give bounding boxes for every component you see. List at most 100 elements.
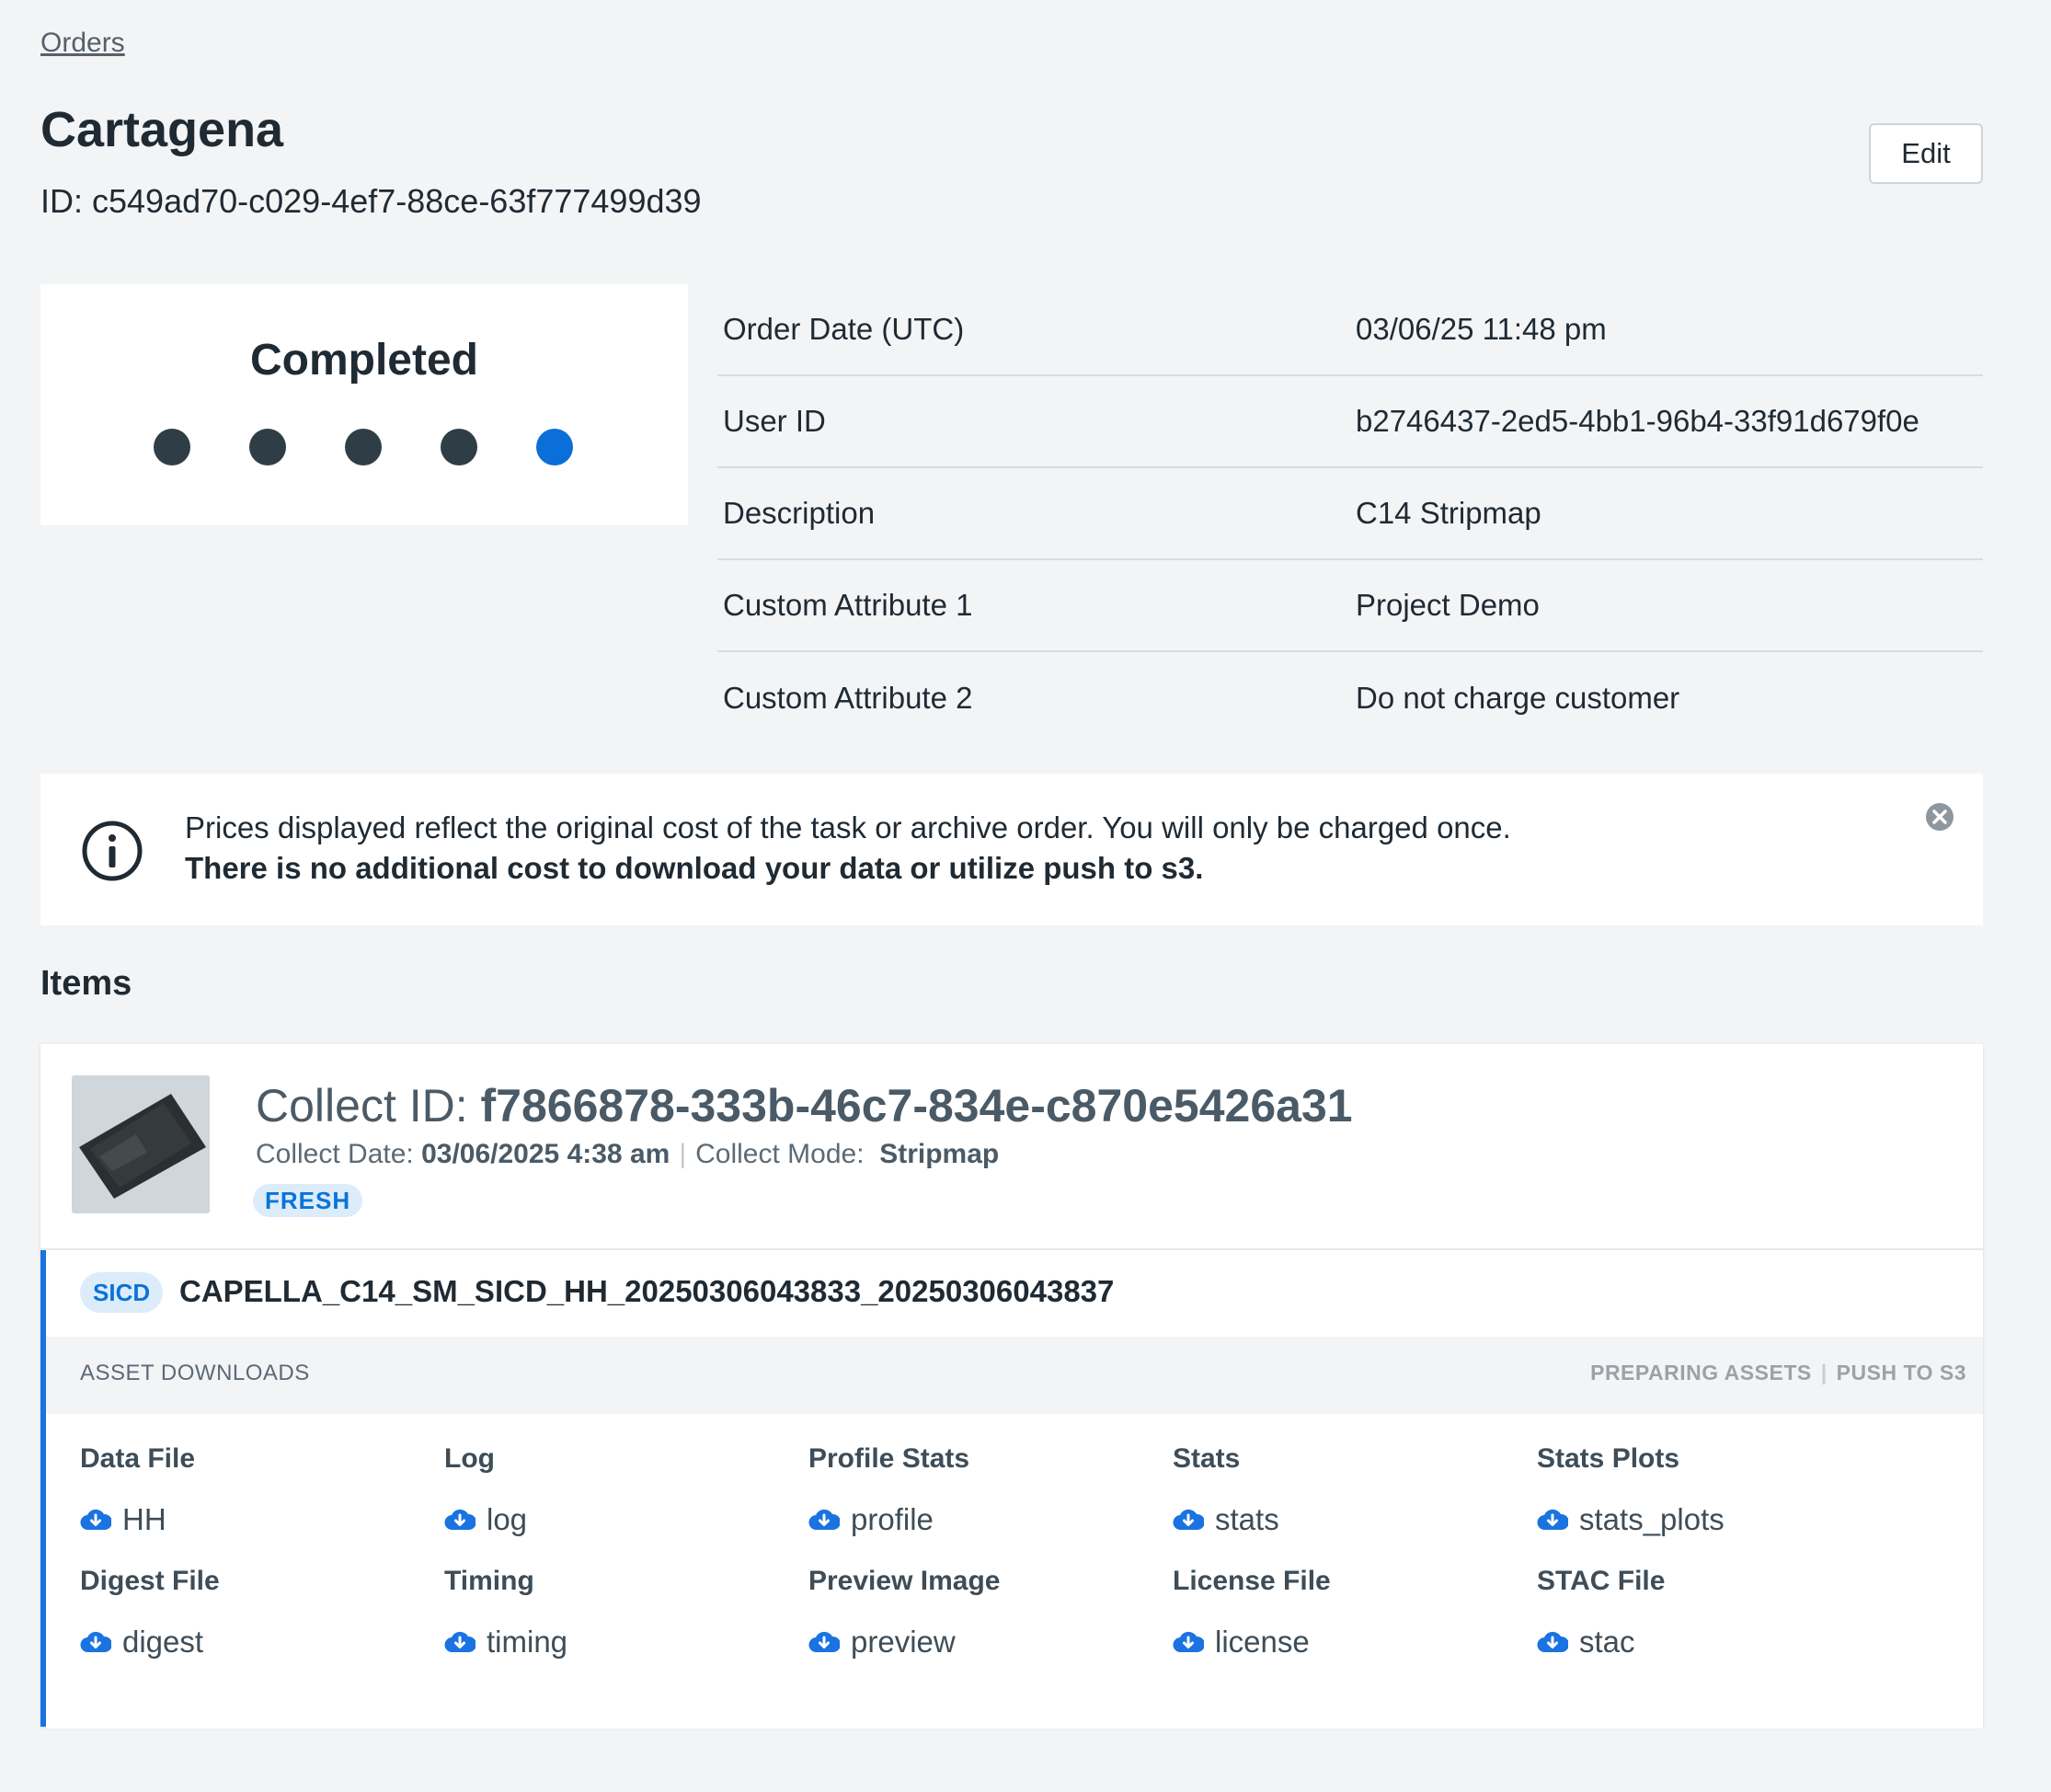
asset-label: STAC File <box>1537 1566 1666 1596</box>
asset-item: Profile Stats profile <box>808 1443 1173 1537</box>
asset-link-text: stats <box>1215 1502 1279 1536</box>
asset-downloads-header: ASSET DOWNLOADS PREPARING ASSETS | PUSH TO… <box>46 1337 1983 1414</box>
meta-divider: | <box>679 1139 687 1169</box>
detail-value: 03/06/25 11:48 pm <box>1356 312 1607 346</box>
detail-label: User ID <box>723 404 826 438</box>
notice-text-bold: There is no additional cost to download … <box>185 851 1204 885</box>
status-card: Completed <box>40 284 688 525</box>
asset-item: Stats stats <box>1173 1443 1537 1537</box>
asset-label: Log <box>444 1443 495 1474</box>
item-card: Collect ID: f7866878-333b-46c7-834e-c870… <box>40 1044 1983 1729</box>
cloud-download-icon <box>808 1509 840 1531</box>
asset-item: Data File HH <box>80 1443 444 1537</box>
detail-label: Custom Attribute 1 <box>723 588 973 622</box>
asset-download-link[interactable]: log <box>444 1502 808 1537</box>
status-step-dot <box>345 429 382 465</box>
item-thumbnail[interactable] <box>72 1075 210 1213</box>
collect-date-value: 03/06/2025 4:38 am <box>421 1139 670 1169</box>
asset-download-link[interactable]: profile <box>808 1502 1173 1537</box>
product-type-badge: SICD <box>80 1272 164 1313</box>
preparing-assets-button[interactable]: PREPARING ASSETS <box>1590 1361 1812 1384</box>
asset-link-text: profile <box>851 1502 934 1536</box>
detail-value: Do not charge customer <box>1356 681 1680 715</box>
asset-link-text: stats_plots <box>1579 1502 1724 1536</box>
asset-download-link[interactable]: timing <box>444 1625 808 1660</box>
detail-value: C14 Stripmap <box>1356 496 1541 530</box>
cloud-download-icon <box>1537 1631 1568 1653</box>
pricing-notice: Prices displayed reflect the original co… <box>40 774 1983 925</box>
collect-mode-value: Stripmap <box>879 1139 1000 1169</box>
edit-button[interactable]: Edit <box>1869 123 1983 184</box>
asset-item: STAC File stac <box>1537 1566 1901 1660</box>
close-icon[interactable] <box>1924 801 1955 833</box>
asset-item: License File license <box>1173 1566 1537 1660</box>
detail-row-order-date: Order Date (UTC) 03/06/25 11:48 pm <box>717 284 1983 376</box>
asset-grid: Data File HH Log log Profile Stats profile Sta… <box>46 1414 1983 1729</box>
asset-label: Stats Plots <box>1537 1443 1680 1474</box>
asset-download-link[interactable]: HH <box>80 1502 444 1537</box>
status-step-dot <box>441 429 477 465</box>
product-block: SICD CAPELLA_C14_SM_SICD_HH_202503060438… <box>40 1248 1983 1729</box>
product-name: CAPELLA_C14_SM_SICD_HH_20250306043833_20… <box>179 1274 1115 1308</box>
detail-value: Project Demo <box>1356 588 1540 622</box>
asset-link-text: preview <box>851 1625 956 1659</box>
collect-meta: Collect Date: 03/06/2025 4:38 am | Collect… <box>256 1139 999 1170</box>
asset-link-text: license <box>1215 1625 1310 1659</box>
asset-item: Timing timing <box>444 1566 808 1660</box>
cloud-download-icon <box>1173 1509 1204 1531</box>
asset-link-text: HH <box>122 1502 166 1536</box>
asset-item: Preview Image preview <box>808 1566 1173 1660</box>
asset-downloads-title: ASSET DOWNLOADS <box>80 1361 310 1385</box>
detail-label: Order Date (UTC) <box>723 312 965 346</box>
asset-label: License File <box>1173 1566 1331 1596</box>
asset-link-text: log <box>487 1502 528 1536</box>
info-icon <box>82 821 143 881</box>
asset-label: Profile Stats <box>808 1443 970 1474</box>
asset-download-link[interactable]: stats <box>1173 1502 1537 1537</box>
detail-row-custom-attribute-2: Custom Attribute 2 Do not charge custome… <box>717 652 1983 744</box>
notice-text: Prices displayed reflect the original co… <box>185 810 1511 844</box>
asset-label: Digest File <box>80 1566 220 1596</box>
asset-link-text: timing <box>487 1625 568 1659</box>
status-step-dot-active <box>536 429 573 465</box>
asset-download-link[interactable]: stac <box>1537 1625 1901 1660</box>
cloud-download-icon <box>808 1631 840 1653</box>
asset-download-link[interactable]: digest <box>80 1625 444 1660</box>
status-step-dot <box>249 429 286 465</box>
cloud-download-icon <box>80 1509 111 1531</box>
cloud-download-icon <box>444 1509 476 1531</box>
asset-download-link[interactable]: license <box>1173 1625 1537 1660</box>
cloud-download-icon <box>1537 1509 1568 1531</box>
cloud-download-icon <box>1173 1631 1204 1653</box>
collect-mode-label: Collect Mode: <box>695 1139 865 1169</box>
cloud-download-icon <box>444 1631 476 1653</box>
items-heading: Items <box>40 964 132 1003</box>
asset-download-link[interactable]: preview <box>808 1625 1173 1660</box>
actions-divider: | <box>1820 1361 1828 1384</box>
collect-date-label: Collect Date: <box>256 1139 414 1169</box>
cloud-download-icon <box>80 1631 111 1653</box>
asset-label: Timing <box>444 1566 534 1596</box>
status-label: Completed <box>249 336 478 385</box>
detail-label: Description <box>723 496 876 530</box>
asset-link-text: stac <box>1579 1625 1635 1659</box>
order-id: ID: c549ad70-c029-4ef7-88ce-63f777499d39 <box>40 182 702 220</box>
detail-value: b2746437-2ed5-4bb1-96b4-33f91d679f0e <box>1356 404 1919 438</box>
detail-row-description: Description C14 Stripmap <box>717 468 1983 560</box>
status-step-dot <box>154 429 190 465</box>
asset-label: Preview Image <box>808 1566 1001 1596</box>
collect-id: Collect ID: f7866878-333b-46c7-834e-c870… <box>256 1079 1353 1132</box>
detail-row-user-id: User ID b2746437-2ed5-4bb1-96b4-33f91d67… <box>717 376 1983 468</box>
asset-actions: PREPARING ASSETS | PUSH TO S3 <box>1590 1361 1966 1385</box>
asset-label: Data File <box>80 1443 196 1474</box>
push-to-s3-button[interactable]: PUSH TO S3 <box>1837 1361 1966 1384</box>
asset-link-text: digest <box>122 1625 204 1659</box>
collect-id-label: Collect ID: <box>256 1080 468 1131</box>
asset-download-link[interactable]: stats_plots <box>1537 1502 1901 1537</box>
asset-item: Stats Plots stats_plots <box>1537 1443 1901 1537</box>
fresh-badge: FRESH <box>253 1184 363 1217</box>
detail-row-custom-attribute-1: Custom Attribute 1 Project Demo <box>717 560 1983 652</box>
breadcrumb-orders[interactable]: Orders <box>40 28 125 59</box>
asset-item: Log log <box>444 1443 808 1537</box>
collect-id-value: f7866878-333b-46c7-834e-c870e5426a31 <box>480 1080 1353 1131</box>
